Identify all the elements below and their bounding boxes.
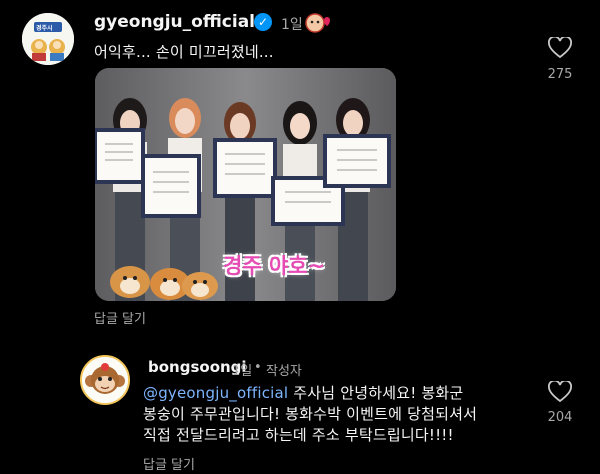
author-badge: 작성자 [266,364,302,379]
avatar[interactable] [80,355,130,405]
comment-line-2: 봉숭이 주무관입니다! 봉화수박 이벤트에 당첨되셔서 [143,405,478,423]
heart-icon[interactable] [548,35,572,63]
comment-time[interactable]: 1일 [232,360,252,379]
meta-separator: • [254,360,262,375]
verified-badge-icon: ✓ [254,13,272,31]
comment-username[interactable]: gyeongju_official [94,12,255,32]
reply-button[interactable]: 답글 달기 [143,454,195,473]
comment-line-1: 주사님 안녕하세요! 봉화군 [288,384,464,402]
reaction-icon[interactable] [305,12,331,38]
comment-line-3: 직접 전달드리려고 하는데 주소 부탁드립니다!!!! [143,426,454,444]
monkey-avatar-illustration [82,357,128,403]
avatar-text: 경주시 [36,25,53,32]
like-count: 204 [547,410,573,425]
reply-button[interactable]: 답글 달기 [94,308,146,327]
comment-text: @gyeongju_official 주사님 안녕하세요! 봉화군 봉숭이 주무… [143,383,523,446]
image-caption: 경주 야호~ [223,254,326,278]
avatar-illustration [22,13,74,65]
mention-link[interactable]: @gyeongju_official [143,384,288,402]
comment-time[interactable]: 1일 [281,14,303,34]
avatar[interactable]: 경주시 [22,13,74,65]
like-count: 275 [547,67,573,82]
heart-icon[interactable] [548,379,572,407]
comment-image[interactable]: 경주 야호~ [95,68,396,301]
comment-text: 어익후... 손이 미끄러졌네... [94,43,274,61]
